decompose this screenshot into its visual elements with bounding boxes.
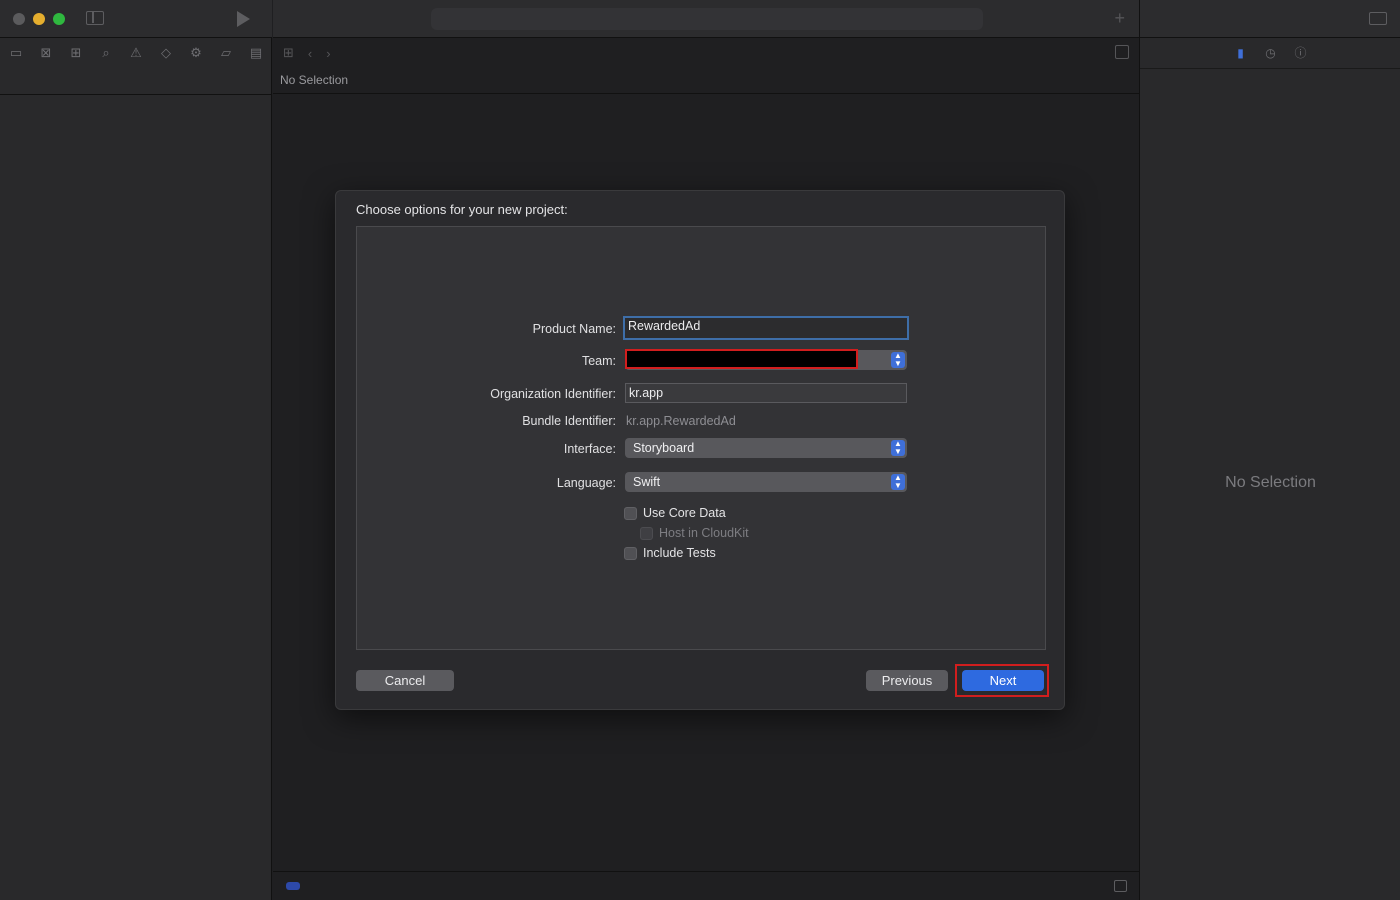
interface-value: Storyboard bbox=[633, 441, 695, 455]
product-name-field[interactable]: RewardedAd bbox=[623, 316, 909, 340]
navigator-pane: ▭ ⊠ ⊞ ⌕ ⚠ ◇ ⚙ ▱ ▤ bbox=[0, 0, 272, 900]
language-row: Language: Swift ▲ ▼ bbox=[357, 472, 1047, 494]
help-icon[interactable]: ⓘ bbox=[1294, 46, 1308, 60]
xcode-window: ▭ ⊠ ⊞ ⌕ ⚠ ◇ ⚙ ▱ ▤ + ⊞ ‹ › No Selection ▮… bbox=[0, 0, 1400, 900]
source-control-icon[interactable]: ⊠ bbox=[38, 46, 54, 60]
minimize-window-button[interactable] bbox=[33, 13, 45, 25]
sidebar-toggle-icon[interactable] bbox=[86, 11, 104, 25]
warning-icon[interactable]: ⚠ bbox=[128, 46, 144, 60]
close-window-button[interactable] bbox=[13, 13, 25, 25]
next-button[interactable]: Next bbox=[962, 670, 1044, 691]
split-editor-icon[interactable] bbox=[1115, 45, 1129, 59]
language-label: Language: bbox=[556, 476, 616, 490]
file-inspector-icon[interactable]: ▮ bbox=[1234, 46, 1248, 60]
search-icon[interactable]: ⌕ bbox=[98, 46, 114, 60]
use-core-data-checkbox[interactable] bbox=[624, 507, 637, 520]
chevron-updown-icon: ▲ ▼ bbox=[891, 352, 905, 368]
interface-popup[interactable]: Storyboard ▲ ▼ bbox=[625, 438, 907, 458]
redacted-team-value bbox=[625, 349, 858, 369]
interface-label: Interface: bbox=[563, 442, 616, 456]
folder-icon[interactable]: ▭ bbox=[8, 46, 24, 60]
editor-navigation-bar: ⊞ ‹ › bbox=[273, 38, 1139, 68]
product-name-row: Product Name: RewardedAd bbox=[357, 316, 1047, 340]
debug-area-toggle-icon[interactable] bbox=[1114, 880, 1127, 892]
zoom-window-button[interactable] bbox=[53, 13, 65, 25]
team-row: Team: ▲ ▼ bbox=[357, 349, 1047, 372]
grid-icon[interactable]: ⊞ bbox=[283, 45, 294, 61]
include-tests-label: Include Tests bbox=[643, 546, 716, 560]
back-chevron-icon[interactable]: ‹ bbox=[308, 46, 312, 61]
jump-bar: No Selection bbox=[273, 68, 1139, 94]
history-clock-icon[interactable]: ◷ bbox=[1264, 46, 1278, 60]
symbol-hierarchy-icon[interactable]: ⊞ bbox=[68, 46, 84, 60]
bundle-id-label: Bundle Identifier: bbox=[522, 414, 616, 428]
language-popup[interactable]: Swift ▲ ▼ bbox=[625, 472, 907, 492]
host-in-cloudkit-checkbox bbox=[640, 527, 653, 540]
activity-view bbox=[431, 8, 983, 30]
team-label: Team: bbox=[581, 354, 616, 368]
inspector-empty-label: No Selection bbox=[1225, 474, 1316, 491]
filter-indicator-icon[interactable] bbox=[286, 882, 300, 890]
toolbar-left bbox=[0, 0, 272, 38]
test-diamond-icon[interactable]: ◇ bbox=[158, 46, 174, 60]
debug-bar bbox=[273, 871, 1139, 900]
add-icon[interactable]: + bbox=[1114, 9, 1125, 27]
product-name-label: Product Name: bbox=[532, 322, 616, 336]
forward-chevron-icon[interactable]: › bbox=[326, 46, 330, 61]
bundle-id-value: kr.app.RewardedAd bbox=[626, 414, 736, 428]
previous-button[interactable]: Previous bbox=[866, 670, 948, 691]
options-panel: Product Name: RewardedAd Team: ▲ ▼ Organi… bbox=[356, 226, 1046, 650]
language-value: Swift bbox=[633, 475, 661, 489]
debug-icon[interactable]: ⚙ bbox=[188, 46, 204, 60]
navigator-selector-bar: ▭ ⊠ ⊞ ⌕ ⚠ ◇ ⚙ ▱ ▤ bbox=[0, 38, 272, 68]
chevron-updown-icon: ▲ ▼ bbox=[891, 440, 905, 456]
inspector-toggle-icon[interactable] bbox=[1369, 12, 1387, 25]
toolbar-right bbox=[1140, 0, 1400, 38]
bundle-id-row: Bundle Identifier: kr.app.RewardedAd bbox=[357, 410, 1047, 432]
interface-row: Interface: Storyboard ▲ ▼ bbox=[357, 438, 1047, 460]
sheet-title: Choose options for your new project: bbox=[356, 202, 568, 217]
host-in-cloudkit-label: Host in CloudKit bbox=[659, 526, 749, 540]
toolbar-center: + bbox=[273, 0, 1139, 38]
divider bbox=[1140, 68, 1400, 69]
report-icon[interactable]: ▤ bbox=[248, 46, 264, 60]
use-core-data-label: Use Core Data bbox=[643, 506, 726, 520]
divider bbox=[0, 94, 272, 95]
include-tests-checkbox[interactable] bbox=[624, 547, 637, 560]
chevron-updown-icon: ▲ ▼ bbox=[891, 474, 905, 490]
run-icon[interactable] bbox=[237, 11, 250, 27]
breakpoint-icon[interactable]: ▱ bbox=[218, 46, 234, 60]
org-id-field[interactable]: kr.app bbox=[625, 383, 907, 403]
inspector-pane: ▮ ◷ ⓘ No Selection bbox=[1139, 0, 1400, 900]
cancel-button[interactable]: Cancel bbox=[356, 670, 454, 691]
org-id-row: Organization Identifier: kr.app bbox=[357, 383, 1047, 405]
org-id-label: Organization Identifier: bbox=[490, 387, 616, 401]
new-project-options-sheet: Choose options for your new project: Pro… bbox=[335, 190, 1065, 710]
inspector-tabs: ▮ ◷ ⓘ bbox=[1140, 38, 1400, 68]
